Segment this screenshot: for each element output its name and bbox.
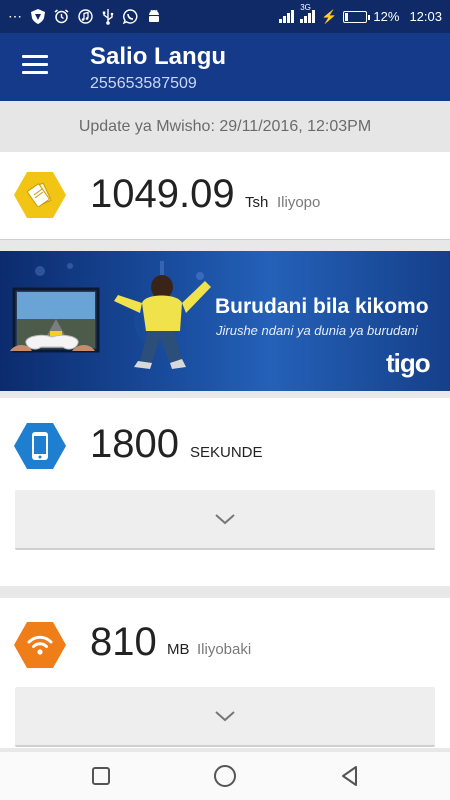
seconds-unit: SEKUNDE [190, 444, 263, 461]
back-icon [342, 766, 357, 786]
seconds-amount: 1800 [90, 422, 179, 466]
system-indicators: 3G ⚡ 12% 12:03 [279, 3, 442, 25]
data-unit: MB [167, 641, 190, 658]
data-qualifier: Iliyobaki [197, 641, 252, 658]
balance-amount: 1049.09 [90, 172, 235, 216]
system-nav-bar [0, 752, 450, 800]
recents-button[interactable] [89, 764, 113, 788]
last-update-text: Update ya Mwisho: 29/11/2016, 12:03PM [78, 117, 372, 135]
balance-card[interactable]: 1049.09 Tsh Iliyopo [0, 152, 450, 240]
battery-icon [343, 10, 371, 23]
phone-icon [14, 423, 66, 469]
home-icon [214, 765, 236, 787]
tigo-logo: tigo [386, 348, 431, 378]
last-update-bar: Update ya Mwisho: 29/11/2016, 12:03PM [0, 101, 450, 152]
network-type-label: 3G [300, 3, 311, 12]
banner-artwork [10, 261, 211, 369]
banner-subtext: Jirushe ndani ya dunia ya burudani [216, 323, 418, 338]
recents-icon [92, 767, 110, 785]
money-icon [14, 172, 66, 218]
more-icon: ⋯ [8, 8, 22, 24]
menu-button[interactable] [22, 55, 48, 77]
phone-number: 255653587509 [90, 75, 197, 92]
wifi-icon [14, 622, 66, 668]
chevron-down-icon [215, 514, 235, 525]
back-button[interactable] [338, 764, 362, 788]
chevron-down-icon [215, 711, 235, 722]
banner-headline: Burudani bila kikomo [215, 295, 429, 318]
home-button[interactable] [213, 764, 237, 788]
signal-icon [279, 10, 295, 23]
expand-data-button[interactable] [15, 687, 435, 747]
menu-icon [22, 55, 48, 58]
promo-banner[interactable]: Burudani bila kikomo Jirushe ndani ya du… [0, 251, 450, 391]
android-icon [149, 9, 159, 22]
data-amount: 810 [90, 620, 157, 664]
balance-qualifier: Iliyopo [277, 194, 321, 211]
shield-icon [31, 9, 45, 24]
clock: 12:03 [409, 9, 442, 24]
data-bundle-card: 810 MB Iliyobaki [0, 598, 450, 748]
alarm-icon [54, 9, 69, 24]
status-bar: ⋯ 3G ⚡ 12% 12:03 [0, 0, 450, 33]
notification-icons: ⋯ [8, 8, 161, 25]
expand-voice-button[interactable] [15, 490, 435, 550]
whatsapp-icon [123, 9, 138, 24]
music-icon [78, 9, 93, 24]
voice-bundle-card: 1800 SEKUNDE [0, 398, 450, 586]
app-bar: Salio Langu 255653587509 [0, 33, 450, 101]
balance-unit: Tsh [245, 194, 269, 211]
charging-icon: ⚡ [321, 8, 338, 24]
app-title: Salio Langu [90, 43, 227, 70]
usb-icon [102, 8, 114, 25]
battery-percent: 12% [373, 9, 400, 24]
signal-3g-icon: 3G [300, 3, 316, 23]
